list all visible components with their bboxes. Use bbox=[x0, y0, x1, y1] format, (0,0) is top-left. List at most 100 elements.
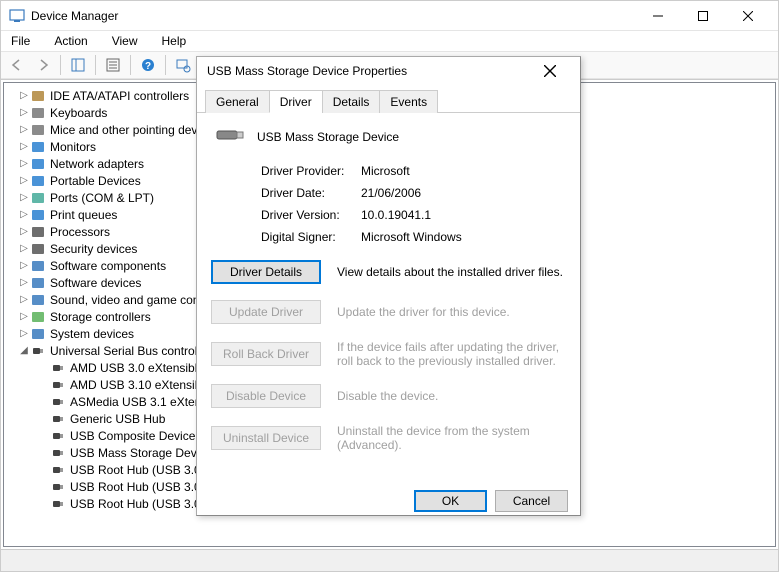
toolbar-separator bbox=[60, 55, 61, 75]
driver-details-desc: View details about the installed driver … bbox=[337, 265, 566, 279]
menu-action[interactable]: Action bbox=[48, 32, 93, 50]
usb-device-icon bbox=[50, 360, 66, 376]
category-icon bbox=[30, 105, 46, 121]
tree-item-label: USB Root Hub (USB 3.0) bbox=[70, 497, 205, 511]
rollback-driver-button[interactable]: Roll Back Driver bbox=[211, 342, 321, 366]
category-icon bbox=[30, 258, 46, 274]
uninstall-device-button[interactable]: Uninstall Device bbox=[211, 426, 321, 450]
disable-device-button[interactable]: Disable Device bbox=[211, 384, 321, 408]
expand-icon[interactable]: ▷ bbox=[18, 209, 30, 220]
expand-icon[interactable]: ▷ bbox=[18, 311, 30, 322]
window-title: Device Manager bbox=[31, 9, 635, 23]
usb-device-icon bbox=[50, 428, 66, 444]
date-label: Driver Date: bbox=[261, 186, 361, 200]
expand-icon[interactable]: ▷ bbox=[18, 107, 30, 118]
expand-icon[interactable]: ▷ bbox=[18, 328, 30, 339]
tree-item-label: Ports (COM & LPT) bbox=[50, 191, 154, 205]
toolbar-separator bbox=[95, 55, 96, 75]
expand-icon[interactable]: ▷ bbox=[18, 277, 30, 288]
tab-driver[interactable]: Driver bbox=[269, 90, 323, 113]
dialog-close-button[interactable] bbox=[530, 57, 570, 85]
usb-device-icon bbox=[50, 377, 66, 393]
usb-category-icon bbox=[30, 343, 46, 359]
tree-item-label: Software devices bbox=[50, 276, 141, 290]
dialog-titlebar[interactable]: USB Mass Storage Device Properties bbox=[197, 57, 580, 85]
tree-item-label: System devices bbox=[50, 327, 134, 341]
tree-item-label: Network adapters bbox=[50, 157, 144, 171]
expand-icon[interactable]: ▷ bbox=[18, 243, 30, 254]
expand-icon[interactable]: ▷ bbox=[18, 260, 30, 271]
category-icon bbox=[30, 173, 46, 189]
category-icon bbox=[30, 241, 46, 257]
menu-view[interactable]: View bbox=[106, 32, 144, 50]
provider-value: Microsoft bbox=[361, 164, 410, 178]
tree-item-label: Print queues bbox=[50, 208, 117, 222]
tab-details[interactable]: Details bbox=[322, 90, 381, 113]
driver-details-button[interactable]: Driver Details bbox=[211, 260, 321, 284]
statusbar bbox=[1, 549, 778, 571]
forward-button[interactable] bbox=[31, 53, 55, 77]
tree-item-label: Universal Serial Bus controllers bbox=[50, 344, 217, 358]
back-button[interactable] bbox=[5, 53, 29, 77]
usb-device-icon bbox=[50, 394, 66, 410]
tree-item-label: Portable Devices bbox=[50, 174, 141, 188]
maximize-button[interactable] bbox=[680, 1, 725, 30]
tree-item-label: USB Root Hub (USB 3.0) bbox=[70, 463, 205, 477]
disable-device-desc: Disable the device. bbox=[337, 389, 566, 403]
tree-item-label: Monitors bbox=[50, 140, 96, 154]
category-icon bbox=[30, 139, 46, 155]
expand-icon[interactable]: ▷ bbox=[18, 141, 30, 152]
tree-item-label: Keyboards bbox=[50, 106, 107, 120]
help-button[interactable]: ? bbox=[136, 53, 160, 77]
properties-button[interactable] bbox=[101, 53, 125, 77]
expand-icon[interactable]: ▷ bbox=[18, 158, 30, 169]
close-button[interactable] bbox=[725, 1, 770, 30]
update-driver-button[interactable]: Update Driver bbox=[211, 300, 321, 324]
menu-help[interactable]: Help bbox=[156, 32, 193, 50]
category-icon bbox=[30, 88, 46, 104]
tree-item-label: Processors bbox=[50, 225, 110, 239]
expand-icon[interactable]: ▷ bbox=[18, 90, 30, 101]
cancel-button[interactable]: Cancel bbox=[495, 490, 568, 512]
usb-device-icon bbox=[50, 462, 66, 478]
tree-item-label: USB Composite Device bbox=[70, 429, 195, 443]
collapse-icon[interactable]: ◢ bbox=[18, 345, 30, 356]
properties-dialog: USB Mass Storage Device Properties Gener… bbox=[196, 56, 581, 516]
device-name: USB Mass Storage Device bbox=[257, 130, 399, 144]
signer-value: Microsoft Windows bbox=[361, 230, 462, 244]
tab-body: USB Mass Storage Device Driver Provider:… bbox=[197, 113, 580, 480]
tree-item-label: Generic USB Hub bbox=[70, 412, 165, 426]
show-hide-tree-button[interactable] bbox=[66, 53, 90, 77]
expand-icon[interactable]: ▷ bbox=[18, 226, 30, 237]
tree-item-label: IDE ATA/ATAPI controllers bbox=[50, 89, 189, 103]
tab-events[interactable]: Events bbox=[379, 90, 438, 113]
tree-item-label: Mice and other pointing devices bbox=[50, 123, 219, 137]
dialog-title: USB Mass Storage Device Properties bbox=[207, 64, 530, 78]
expand-icon[interactable]: ▷ bbox=[18, 294, 30, 305]
expand-icon[interactable]: ▷ bbox=[18, 192, 30, 203]
scan-button[interactable] bbox=[171, 53, 195, 77]
version-label: Driver Version: bbox=[261, 208, 361, 222]
usb-device-icon bbox=[50, 411, 66, 427]
category-icon bbox=[30, 207, 46, 223]
toolbar-separator bbox=[165, 55, 166, 75]
dialog-button-row: OK Cancel bbox=[197, 480, 580, 522]
usb-device-icon bbox=[50, 496, 66, 512]
dialog-tabs: General Driver Details Events bbox=[197, 85, 580, 113]
expand-icon[interactable]: ▷ bbox=[18, 124, 30, 135]
toolbar-separator bbox=[130, 55, 131, 75]
expand-icon[interactable]: ▷ bbox=[18, 175, 30, 186]
menu-file[interactable]: File bbox=[5, 32, 36, 50]
menubar: File Action View Help bbox=[1, 31, 778, 51]
category-icon bbox=[30, 190, 46, 206]
minimize-button[interactable] bbox=[635, 1, 680, 30]
tree-item-label: Software components bbox=[50, 259, 166, 273]
usb-device-icon bbox=[50, 479, 66, 495]
provider-label: Driver Provider: bbox=[261, 164, 361, 178]
date-value: 21/06/2006 bbox=[361, 186, 421, 200]
ok-button[interactable]: OK bbox=[414, 490, 487, 512]
category-icon bbox=[30, 309, 46, 325]
category-icon bbox=[30, 326, 46, 342]
app-icon bbox=[9, 8, 25, 24]
tab-general[interactable]: General bbox=[205, 90, 270, 113]
